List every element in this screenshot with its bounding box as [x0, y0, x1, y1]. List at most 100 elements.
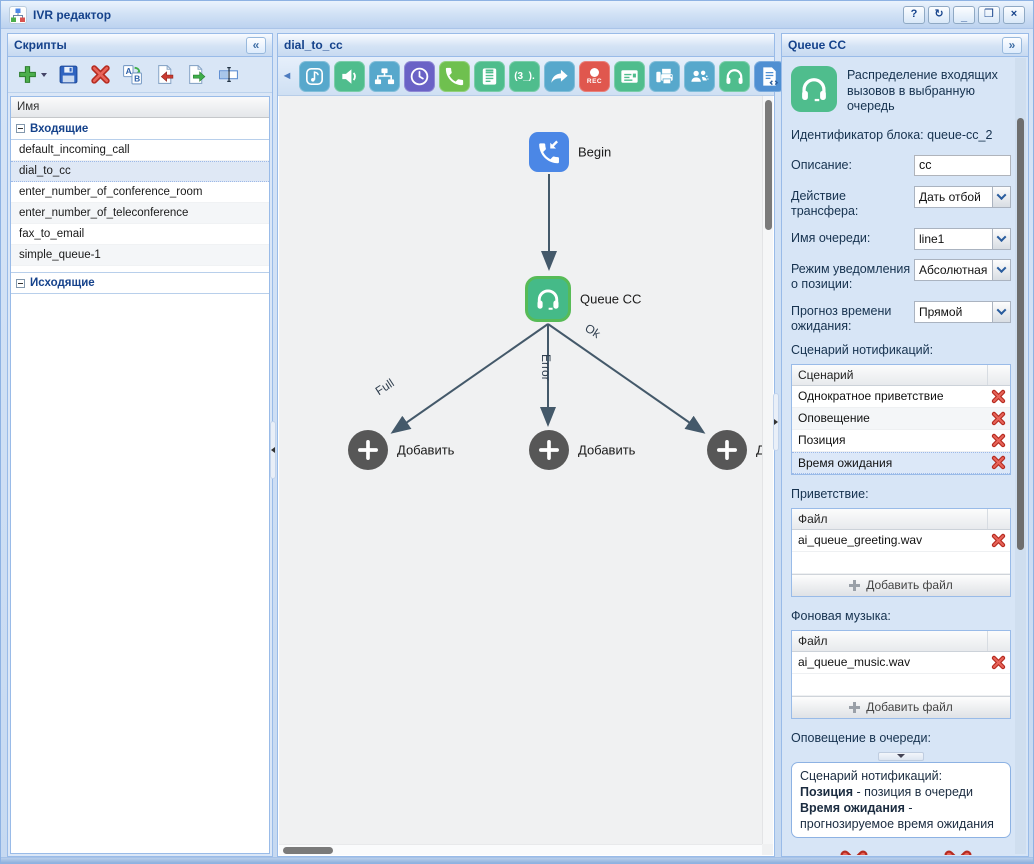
menu-branch-icon[interactable]: [369, 60, 400, 92]
script-row-selected[interactable]: dial_to_cc: [11, 161, 269, 182]
record-icon[interactable]: REC: [579, 60, 610, 92]
transfer-icon[interactable]: [544, 60, 575, 92]
export-script-button[interactable]: [186, 64, 207, 85]
scripts-list-column-header[interactable]: Имя: [11, 97, 269, 118]
field-description: Описание:: [791, 154, 1011, 177]
add-greeting-file-button[interactable]: Добавить файл: [792, 573, 1010, 596]
greeting-section-label: Приветствие:: [791, 486, 869, 501]
scenario-row[interactable]: Позиция: [792, 429, 1010, 452]
minimize-button[interactable]: _: [953, 5, 975, 24]
scenario-table: Сценарий Однократное приветствие Оповеще…: [791, 363, 1011, 475]
script-row[interactable]: enter_number_of_conference_room: [11, 182, 269, 203]
help-button[interactable]: ?: [903, 5, 925, 24]
voicemail-icon[interactable]: [474, 60, 505, 92]
wait-forecast-select[interactable]: Прямой: [914, 300, 1011, 323]
window-controls: ? ↻ _ ❒ ×: [903, 5, 1025, 24]
flow-canvas[interactable]: Full Error Ok Begin Queue CC Добавить До…: [279, 96, 773, 855]
description-input[interactable]: [914, 154, 1011, 176]
rename-ab-button[interactable]: AB: [122, 64, 143, 85]
collapse-right-panel-button[interactable]: »: [1002, 36, 1022, 54]
scenario-row[interactable]: Однократное приветствие: [792, 385, 1010, 408]
delete-script-button[interactable]: [90, 64, 111, 85]
save-script-button[interactable]: [58, 64, 79, 85]
script-row[interactable]: simple_queue-1: [11, 245, 269, 266]
add-script-button[interactable]: [17, 64, 47, 85]
close-button[interactable]: ×: [1003, 5, 1025, 24]
collapse-group-icon[interactable]: [16, 124, 25, 133]
collapse-left-panel-button[interactable]: «: [246, 36, 266, 54]
edit-field-button[interactable]: [218, 64, 239, 85]
timeout-icon[interactable]: [404, 60, 435, 92]
enter-number-icon[interactable]: (3_).: [509, 60, 540, 92]
delete-row-icon[interactable]: [991, 655, 1006, 670]
delete-row-icon[interactable]: [991, 411, 1006, 426]
edge-label-error: Error: [539, 354, 553, 381]
scenario-section-label: Сценарий нотификаций:: [791, 342, 934, 357]
right-splitter-handle[interactable]: [773, 393, 779, 451]
greeting-file-row[interactable]: ai_queue_greeting.wav: [792, 529, 1010, 552]
node-begin-label: Begin: [578, 144, 612, 160]
import-script-button[interactable]: [154, 64, 175, 85]
queue-icon[interactable]: [719, 60, 750, 92]
music-file-row[interactable]: ai_queue_music.wav: [792, 651, 1010, 674]
transfer-action-select[interactable]: Дать отбой: [914, 185, 1011, 208]
block-description-text: Распределение входящих вызовов в выбранн…: [847, 68, 998, 114]
position-mode-select[interactable]: Абсолютная: [914, 258, 1011, 281]
chevron-down-icon[interactable]: [992, 186, 1010, 207]
chevron-down-icon[interactable]: [992, 301, 1010, 322]
scroll-toolbar-left-icon[interactable]: ◄: [279, 61, 295, 92]
delete-row-icon[interactable]: [991, 389, 1006, 404]
node-begin[interactable]: Begin: [529, 132, 611, 172]
fax-icon[interactable]: [649, 60, 680, 92]
delete-row-icon[interactable]: [991, 455, 1006, 470]
left-splitter-handle[interactable]: [270, 421, 276, 479]
group-incoming[interactable]: Входящие: [11, 118, 269, 140]
scripts-panel-title: Скрипты: [14, 38, 67, 52]
delete-block-button[interactable]: Удалить блок: [923, 848, 994, 855]
info-card-icon[interactable]: [614, 60, 645, 92]
scripts-panel: Скрипты « AB Имя Входящие default_incomi…: [7, 33, 273, 857]
collapse-group-icon[interactable]: [16, 278, 25, 288]
ivr-editor-window: IVR редактор ? ↻ _ ❒ × Скрипты « A B Имя…: [0, 0, 1034, 864]
node-queue-cc[interactable]: Queue CC: [525, 276, 641, 322]
play-sound-icon[interactable]: [299, 60, 330, 92]
delete-row-icon[interactable]: [991, 533, 1006, 548]
plus-icon: [849, 701, 861, 713]
delete-row-icon[interactable]: [991, 433, 1006, 448]
chevron-down-icon[interactable]: [992, 228, 1010, 249]
canvas-vertical-scrollbar-thumb[interactable]: [765, 100, 772, 230]
maximize-button[interactable]: ❒: [978, 5, 1000, 24]
scenario-row[interactable]: Оповещение: [792, 407, 1010, 430]
call-icon[interactable]: [439, 60, 470, 92]
canvas-horizontal-scrollbar[interactable]: [279, 844, 762, 855]
headphones-icon: [525, 276, 571, 322]
conference-icon[interactable]: [684, 60, 715, 92]
script-row[interactable]: fax_to_email: [11, 224, 269, 245]
field-queue-name: Имя очереди: line1: [791, 227, 1011, 250]
node-add-label: Добавить: [397, 442, 455, 458]
block-inspector-panel: Queue CC » Распределение входящих вызово…: [781, 33, 1029, 857]
node-add-full[interactable]: Добавить: [348, 430, 454, 470]
node-add-ok[interactable]: Добавить: [707, 430, 773, 470]
inspector-scrollbar[interactable]: [1015, 58, 1026, 854]
inspector-scrollbar-thumb[interactable]: [1017, 118, 1024, 550]
canvas-vertical-scrollbar[interactable]: [762, 96, 773, 844]
greeting-table: Файл ai_queue_greeting.wav Добавить файл: [791, 507, 1011, 597]
delete-subgraph-button[interactable]: Удалить подграф: [808, 848, 901, 855]
node-add-error[interactable]: Добавить: [529, 430, 635, 470]
canvas-horizontal-scrollbar-thumb[interactable]: [283, 847, 333, 854]
chevron-down-icon[interactable]: [992, 259, 1010, 280]
add-music-file-button[interactable]: Добавить файл: [792, 695, 1010, 718]
speaker-icon[interactable]: [334, 60, 365, 92]
group-outgoing[interactable]: Исходящие: [11, 272, 269, 294]
script-row[interactable]: default_incoming_call: [11, 140, 269, 161]
collapse-notice-button[interactable]: [878, 751, 924, 761]
node-add-label: Добавить: [578, 442, 636, 458]
script-row[interactable]: enter_number_of_teleconference: [11, 203, 269, 224]
queue-name-select[interactable]: line1: [914, 227, 1011, 250]
refresh-button[interactable]: ↻: [928, 5, 950, 24]
field-wait-forecast: Прогноз времени ожидания: Прямой: [791, 300, 1011, 334]
delete-x-icon: [838, 848, 870, 855]
scenario-row-selected[interactable]: Время ожидания: [792, 451, 1010, 474]
add-script-dropdown-arrow[interactable]: [41, 72, 47, 77]
